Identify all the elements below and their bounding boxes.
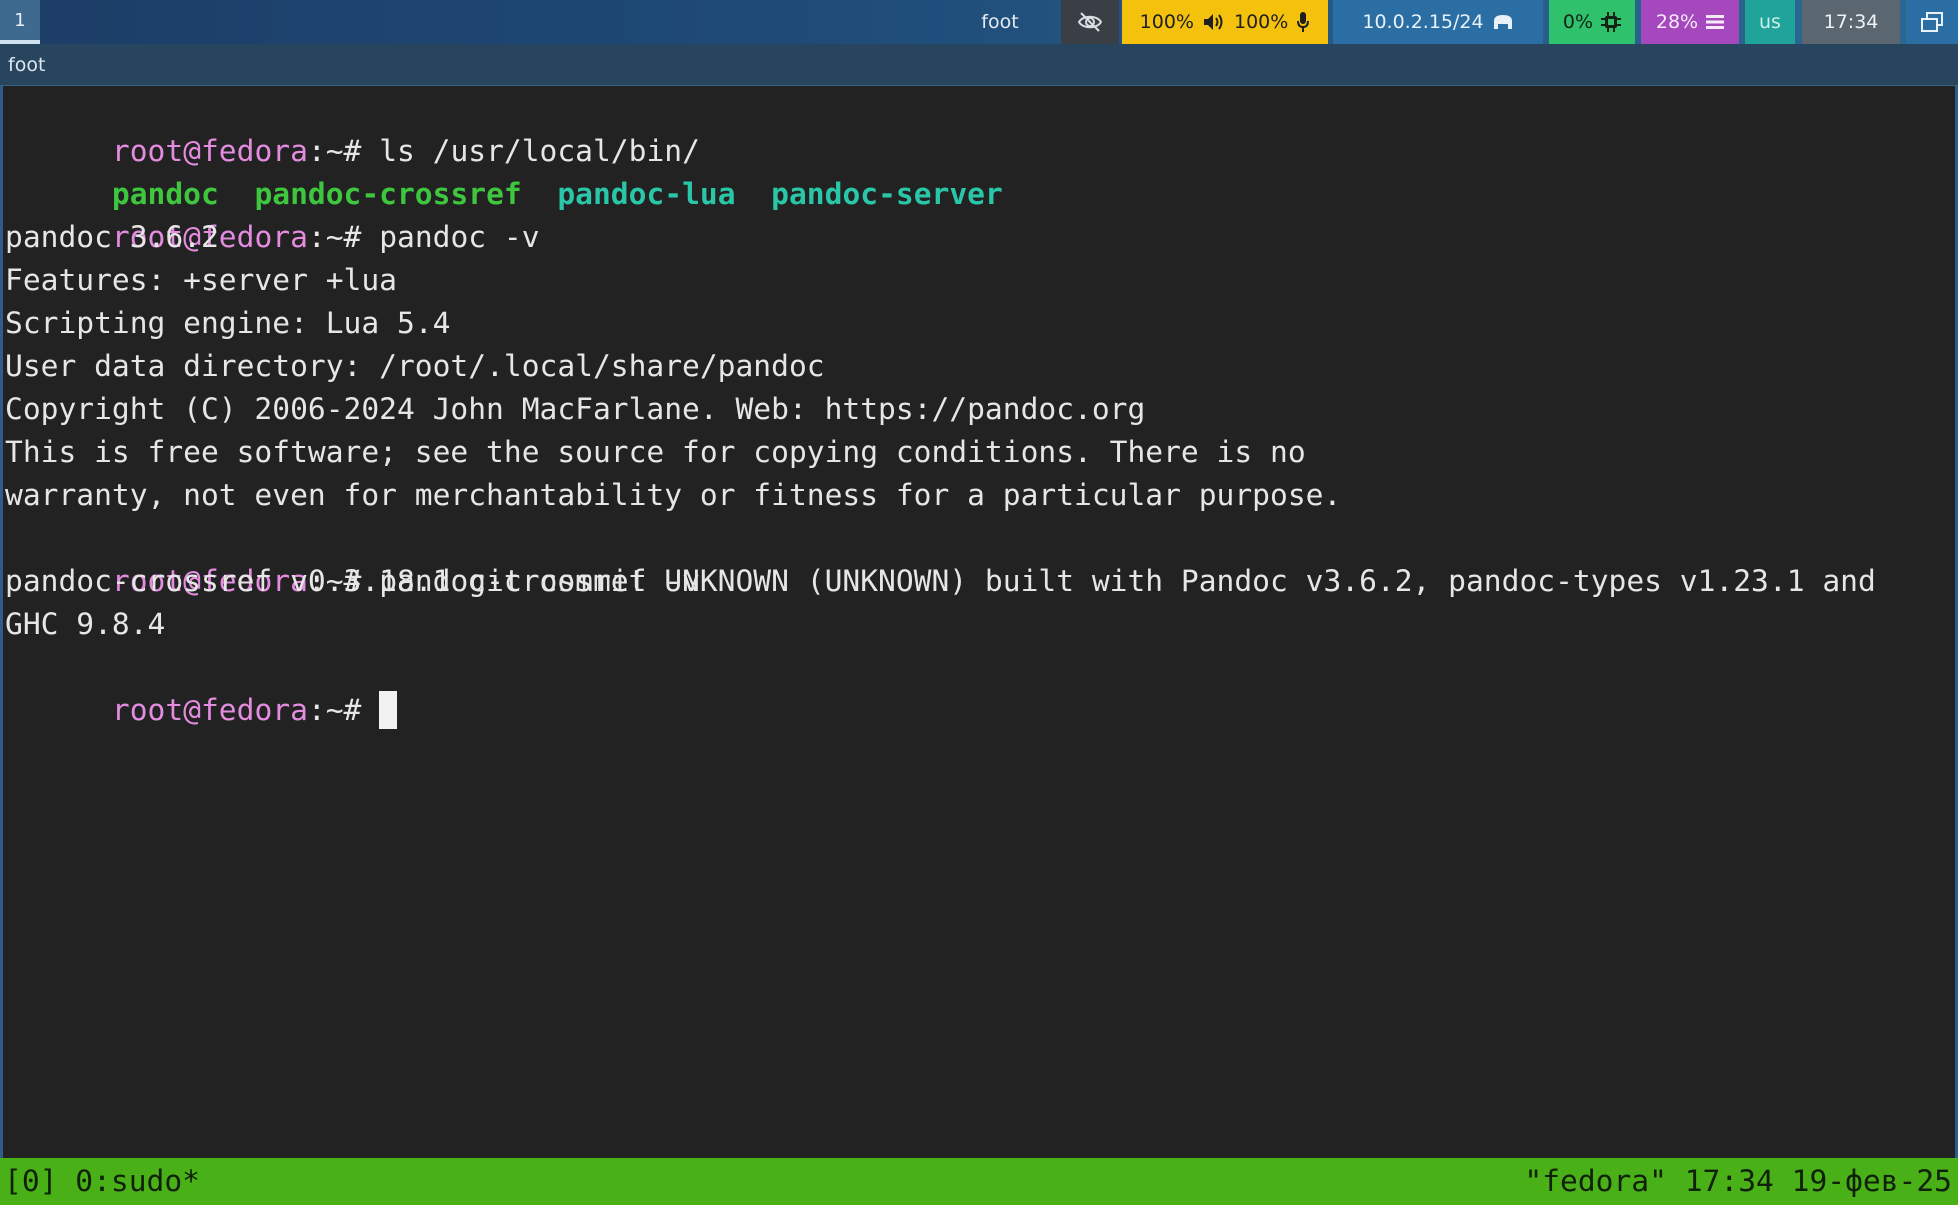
ethernet-icon: [1492, 13, 1514, 31]
output-line: User data directory: /root/.local/share/…: [5, 349, 825, 383]
tmux-host-datetime: "fedora" 17:34 19-фев-25: [1524, 1164, 1952, 1198]
terminal-line: root@fedora:~# pandoc-crossref -v: [5, 517, 700, 598]
ls-entry: pandoc-server: [771, 177, 1003, 211]
text-cursor: [379, 690, 398, 729]
output-line: Features: +server +lua: [5, 263, 397, 297]
clock-module[interactable]: 17:34: [1802, 0, 1900, 44]
terminal-view[interactable]: root@fedora:~# ls /usr/local/bin/ pandoc…: [0, 86, 1958, 1158]
cpu-icon: [1601, 12, 1622, 32]
output-line: pandoc-crossref v0.3.18.1 git commit UNK…: [5, 564, 1876, 598]
microphone-icon: [1296, 11, 1310, 33]
windows-icon: [1920, 11, 1944, 33]
mic-volume: 100%: [1234, 11, 1289, 33]
cpu-module[interactable]: 0%: [1549, 0, 1635, 44]
speaker-volume: 100%: [1139, 11, 1194, 33]
speaker-icon: [1202, 12, 1226, 32]
network-module[interactable]: 10.0.2.15/24: [1333, 0, 1543, 44]
memory-icon: [1706, 14, 1725, 30]
prompt-path: :~#: [307, 220, 362, 254]
output-line: pandoc 3.6.2: [5, 220, 219, 254]
output-line: warranty, not even for merchantability o…: [5, 478, 1342, 512]
workspace-label: 1: [14, 9, 26, 31]
terminal-line: pandoc pandoc-crossref pandoc-lua pandoc…: [5, 130, 1003, 211]
clock-time: 17:34: [1823, 11, 1879, 33]
prompt-path: :~#: [307, 693, 362, 727]
eye-off-icon: [1077, 11, 1103, 33]
command-text: pandoc -v: [379, 220, 540, 254]
window-switcher-button[interactable]: [1906, 0, 1958, 44]
keyboard-layout-label: us: [1759, 11, 1781, 33]
cpu-usage: 0%: [1562, 11, 1594, 33]
terminal-line: root@fedora:~# pandoc -v: [5, 173, 540, 254]
network-address: 10.0.2.15/24: [1362, 11, 1484, 33]
status-bar: 1 foot 100% 100% 10.0.2.15/24 0% 28% us …: [0, 0, 1958, 44]
desktop: 1 foot 100% 100% 10.0.2.15/24 0% 28% us …: [0, 0, 1958, 1205]
memory-usage: 28%: [1655, 11, 1699, 33]
terminal-line: root@fedora:~# ls /usr/local/bin/: [5, 87, 700, 168]
output-line: GHC 9.8.4: [5, 607, 166, 641]
output-line: Copyright (C) 2006-2024 John MacFarlane.…: [5, 392, 1146, 426]
memory-module[interactable]: 28%: [1641, 0, 1739, 44]
ls-entry: pandoc-lua: [557, 177, 736, 211]
workspace-button[interactable]: 1: [0, 0, 40, 44]
output-line: This is free software; see the source fo…: [5, 435, 1306, 469]
tmux-session-windows[interactable]: [0] 0:sudo*: [4, 1158, 200, 1205]
prompt-user-host: root@fedora: [111, 693, 308, 727]
focused-window-title: foot: [981, 11, 1019, 33]
keyboard-layout-indicator[interactable]: us: [1745, 0, 1795, 44]
output-line: Scripting engine: Lua 5.4: [5, 306, 451, 340]
idle-inhibitor-button[interactable]: [1061, 0, 1119, 44]
audio-module[interactable]: 100% 100%: [1122, 0, 1328, 44]
window-title: foot: [8, 53, 46, 76]
terminal-input-line[interactable]: root@fedora:~#: [5, 646, 398, 729]
tmux-status-line: [0] 0:sudo* "fedora" 17:34 19-фев-25: [0, 1158, 1958, 1205]
window-titlebar[interactable]: foot: [0, 44, 1958, 86]
